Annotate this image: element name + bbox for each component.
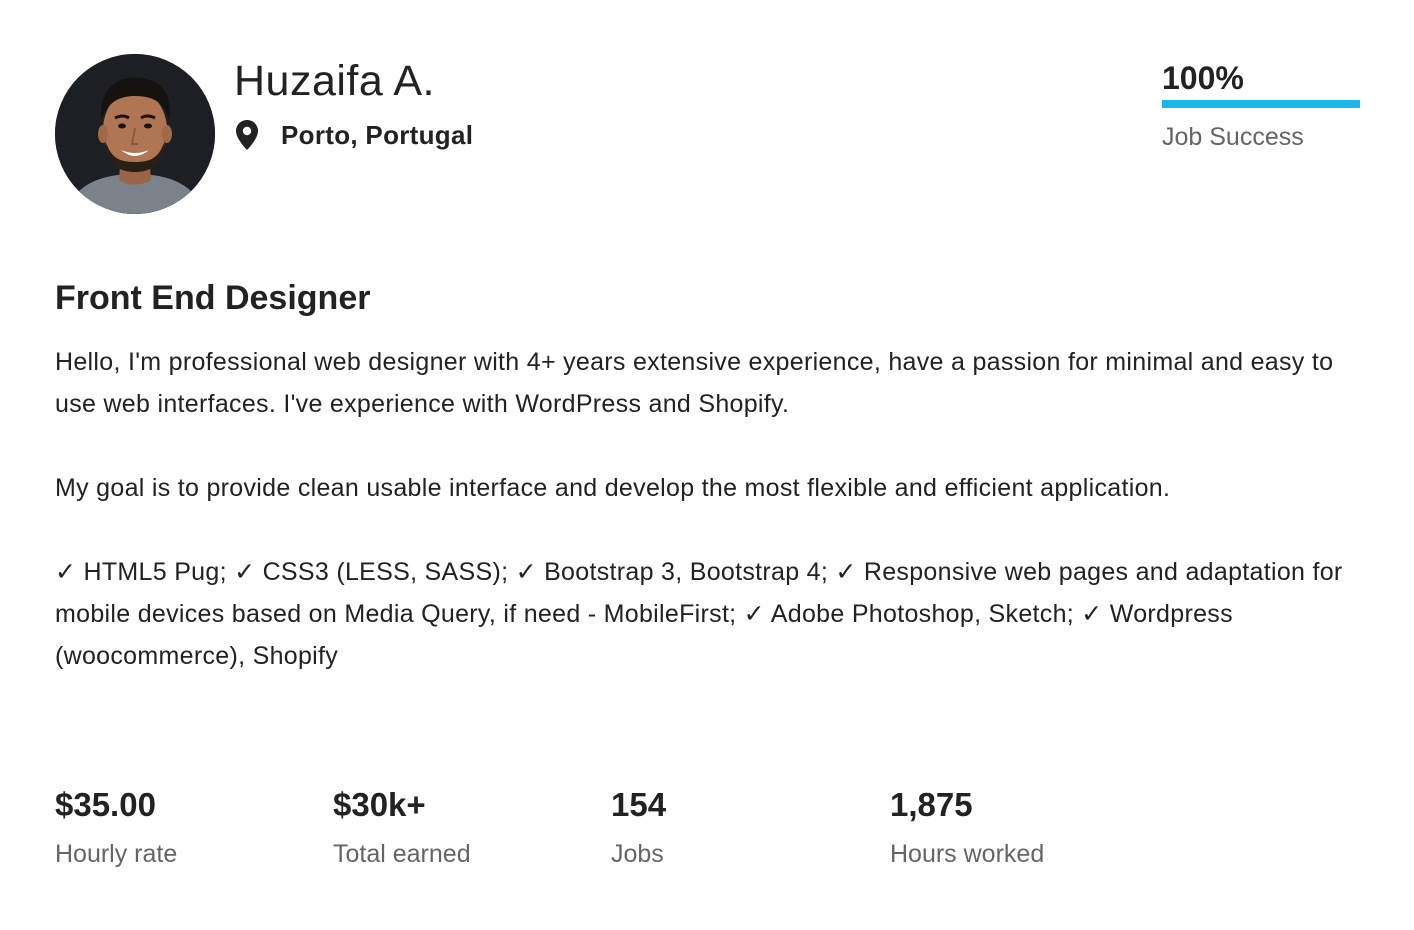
job-success-value: 100%: [1162, 60, 1244, 96]
stat-value: 1,875: [890, 786, 973, 823]
job-success-bar-fill: [1162, 100, 1360, 108]
stat-hourly-rate: $35.00 Hourly rate: [55, 780, 177, 874]
description-paragraph: My goal is to provide clean usable inter…: [55, 474, 1171, 502]
location-text: Porto, Portugal: [281, 119, 474, 150]
map-pin-icon: [236, 120, 258, 150]
job-success-label: Job Success: [1162, 123, 1304, 151]
stats-row: $35.00 Hourly rate $30k+ Total earned 15…: [55, 780, 1355, 890]
stat-value: $30k+: [333, 786, 426, 823]
job-success-bar: [1162, 100, 1360, 108]
description-paragraph: Hello, I'm professional web designer wit…: [55, 348, 1334, 418]
freelancer-profile-card: Huzaifa A. Porto, Portugal 100% Job Succ…: [0, 0, 1414, 930]
stat-jobs: 154 Jobs: [611, 780, 666, 874]
location: Porto, Portugal: [236, 118, 473, 152]
avatar[interactable]: [55, 54, 215, 214]
stat-total-earned: $30k+ Total earned: [333, 780, 471, 874]
stat-label: Hours worked: [890, 840, 1045, 868]
stat-value: $35.00: [55, 786, 156, 823]
stat-label: Jobs: [611, 840, 664, 868]
job-success-widget: 100% Job Success: [1162, 58, 1360, 152]
description-paragraph: ✓ HTML5 Pug; ✓ CSS3 (LESS, SASS); ✓ Boot…: [55, 558, 1343, 670]
profile-title: Front End Designer: [55, 279, 371, 317]
freelancer-name: Huzaifa A.: [234, 57, 435, 105]
profile-description: Hello, I'm professional web designer wit…: [55, 341, 1345, 719]
stat-value: 154: [611, 786, 667, 823]
stat-hours-worked: 1,875 Hours worked: [890, 780, 1044, 874]
stat-label: Hourly rate: [55, 840, 178, 868]
stat-label: Total earned: [333, 840, 471, 868]
